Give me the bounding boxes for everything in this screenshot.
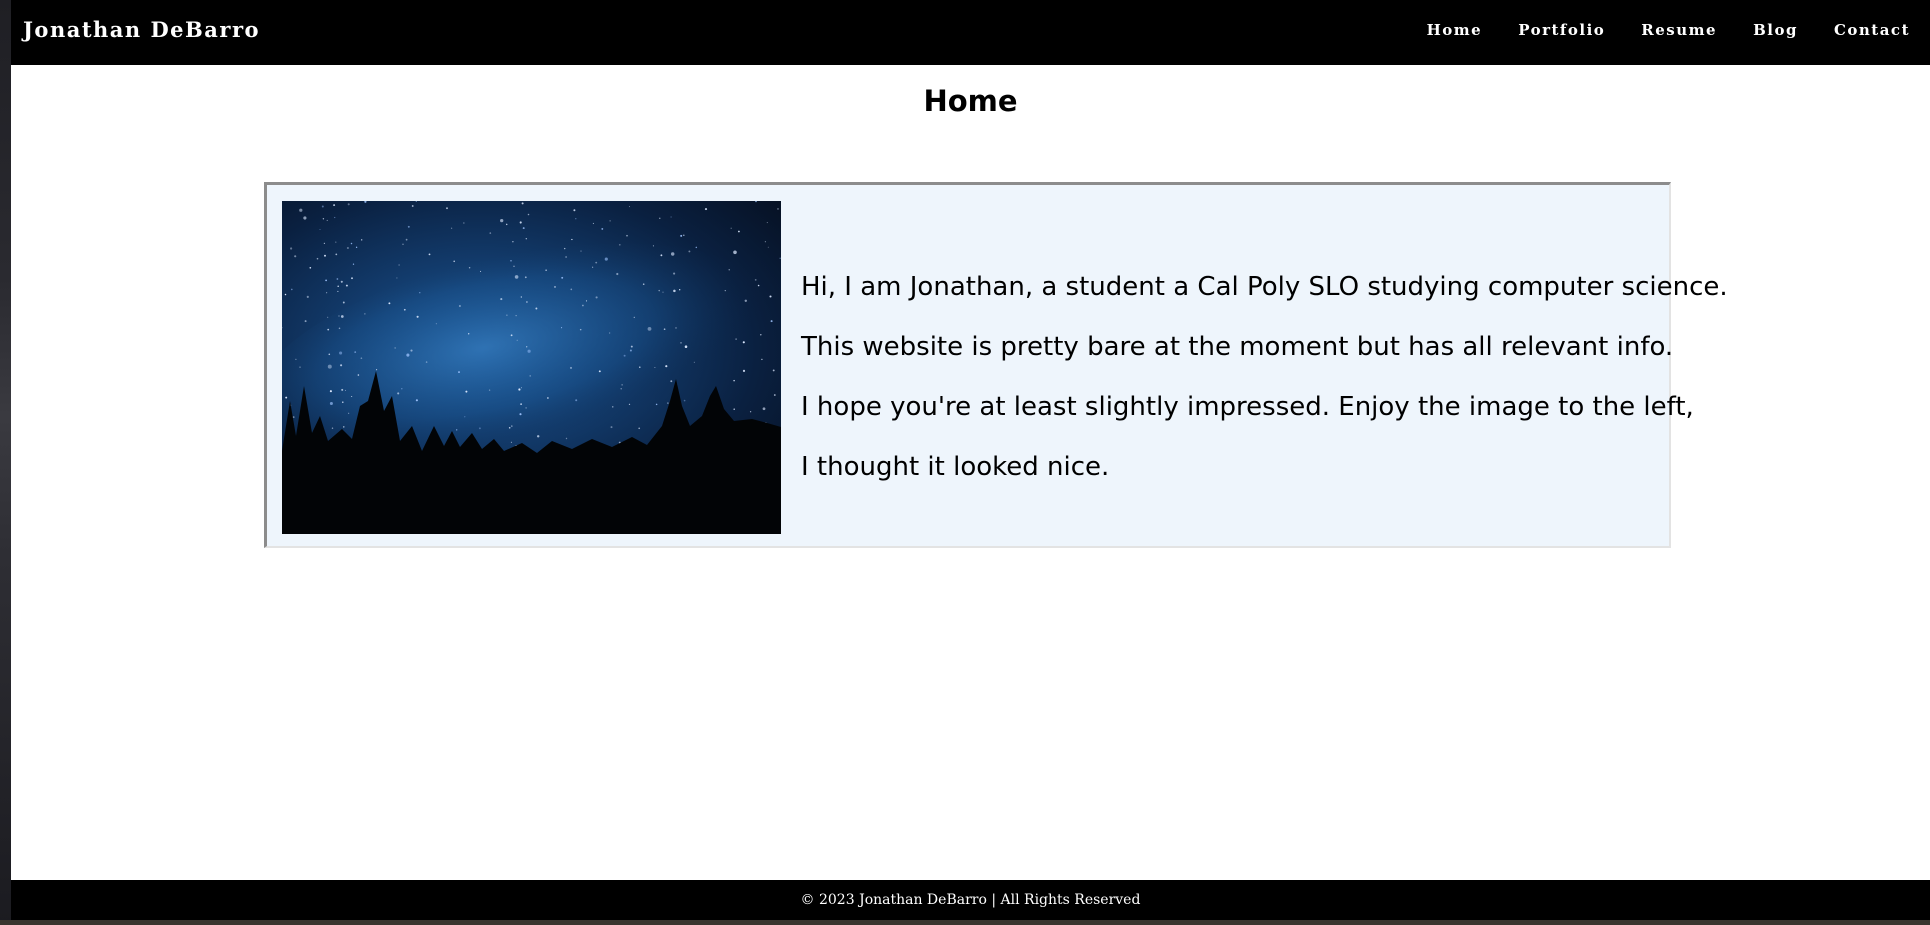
desktop-edge	[0, 0, 11, 925]
navbar: Jonathan DeBarro Home Portfolio Resume B…	[11, 0, 1930, 65]
night-sky-image	[282, 201, 781, 534]
footer: © 2023 Jonathan DeBarro | All Rights Res…	[11, 880, 1930, 920]
nav-link-contact[interactable]: Contact	[1834, 21, 1910, 39]
footer-copyright: © 2023 Jonathan DeBarro | All Rights Res…	[800, 892, 1141, 908]
nav-link-portfolio[interactable]: Portfolio	[1518, 21, 1605, 39]
intro-line-4: I thought it looked nice.	[801, 452, 1110, 482]
nav-link-resume[interactable]: Resume	[1641, 21, 1717, 39]
site-brand[interactable]: Jonathan DeBarro	[23, 17, 260, 42]
desktop-bottom-edge	[0, 920, 1930, 925]
nav-link-home[interactable]: Home	[1427, 21, 1483, 39]
intro-line-3: I hope you're at least slightly impresse…	[801, 392, 1694, 422]
page: Jonathan DeBarro Home Portfolio Resume B…	[11, 0, 1930, 920]
page-title: Home	[923, 84, 1018, 118]
nav-link-blog[interactable]: Blog	[1753, 21, 1798, 39]
intro-card: Hi, I am Jonathan, a student a Cal Poly …	[264, 182, 1728, 548]
intro-text: Hi, I am Jonathan, a student a Cal Poly …	[801, 257, 1728, 497]
nav-links: Home Portfolio Resume Blog Contact	[1427, 21, 1910, 39]
intro-line-2: This website is pretty bare at the momen…	[801, 332, 1674, 362]
intro-line-1: Hi, I am Jonathan, a student a Cal Poly …	[801, 272, 1728, 302]
